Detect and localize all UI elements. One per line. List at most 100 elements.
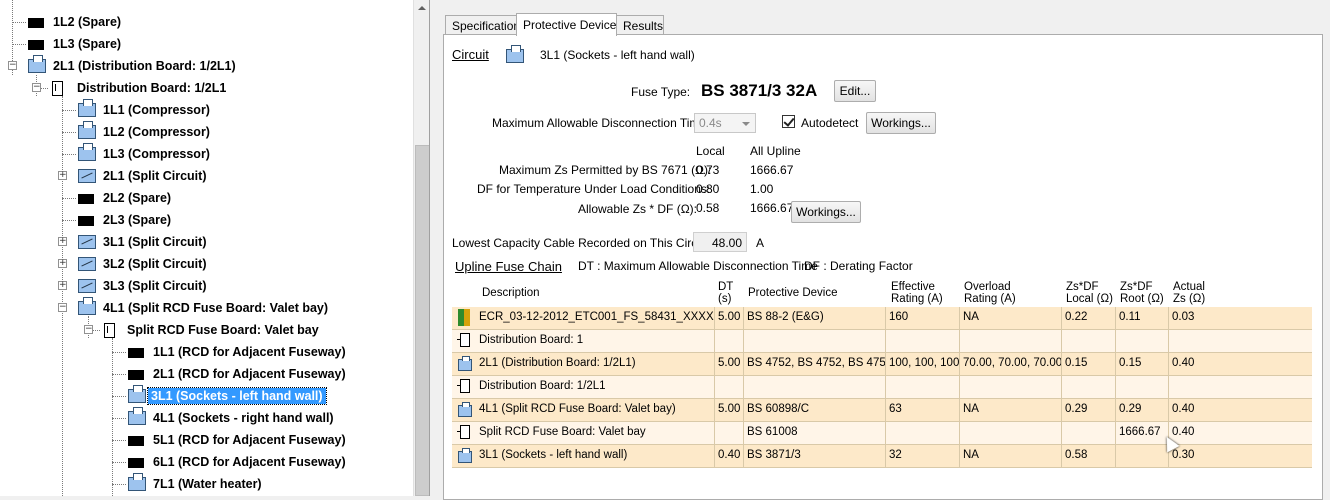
scroll-up-icon[interactable] [414, 0, 429, 17]
legend-df: DF : Derating Factor [804, 259, 913, 273]
tree-item[interactable]: 1L2 (Compressor) [0, 121, 413, 143]
table-row[interactable]: Distribution Board: 1/2L1 [452, 376, 1312, 399]
tree-item-label: Distribution Board: 1/2L1 [77, 81, 227, 95]
tree-item-label: 3L2 (Split Circuit) [103, 257, 207, 271]
df-temp-local: 0.80 [696, 182, 720, 196]
split-icon [78, 279, 96, 293]
circuit-name: 3L1 (Sockets - left hand wall) [540, 48, 695, 62]
circuit-link[interactable]: Circuit [452, 47, 489, 62]
tree-item[interactable]: − 4L1 (Split RCD Fuse Board: Valet bay) [0, 297, 413, 319]
tree-item[interactable]: + 2L1 (Split Circuit) [0, 165, 413, 187]
tree-item-label: 6L1 (RCD for Adjacent Fuseway) [153, 455, 346, 469]
header-device: Protective Device [748, 287, 838, 299]
max-zs-label: Maximum Zs Permitted by BS 7671 (Ω): [499, 163, 712, 177]
col-local-header: Local [696, 144, 725, 158]
cell-actual: 0.03 [1172, 311, 1195, 323]
zs-workings-button[interactable]: Workings... [791, 201, 861, 223]
tab-results[interactable]: Results [616, 15, 664, 35]
table-row[interactable]: 2L1 (Distribution Board: 1/2L1) 5.00 BS … [452, 353, 1312, 376]
tree-item[interactable]: 5L1 (RCD for Adjacent Fuseway) [0, 429, 413, 451]
tree-item[interactable]: − Distribution Board: 1/2L1 [0, 77, 413, 99]
board-icon [128, 407, 146, 425]
disconnection-time-value: 0.4s [699, 116, 722, 130]
split-icon [78, 169, 96, 183]
col-upline-header: All Upline [750, 144, 801, 158]
upline-fuse-chain-link[interactable]: Upline Fuse Chain [455, 259, 562, 274]
board-icon [78, 121, 96, 139]
tree-item[interactable]: 1L1 (RCD for Adjacent Fuseway) [0, 341, 413, 363]
table-row[interactable]: ECR_03-12-2012_ETC001_FS_58431_XXXXXX 5.… [452, 307, 1312, 330]
upline-fuse-grid[interactable]: Description DT (s) Protective Device Eff… [452, 279, 1312, 469]
collapse-icon[interactable]: − [84, 325, 93, 334]
cell-effective: 32 [886, 445, 960, 467]
expand-icon[interactable]: + [58, 237, 67, 246]
tree-item-label: 1L2 (Compressor) [103, 125, 210, 139]
disconnection-workings-button[interactable]: Workings... [866, 112, 936, 134]
table-row[interactable]: Distribution Board: 1 [452, 330, 1312, 353]
black-rect-icon [78, 194, 94, 204]
tree-item[interactable]: 1L3 (Spare) [0, 33, 413, 55]
cell-actual: 0.40 [1172, 357, 1195, 369]
tree-item[interactable]: + 3L2 (Split Circuit) [0, 253, 413, 275]
ecr-icon [458, 309, 470, 326]
board-icon [78, 143, 96, 161]
tree-item-label: 7L1 (Water heater) [153, 477, 262, 491]
tree-item[interactable]: 2L2 (Spare) [0, 187, 413, 209]
circuit-tree[interactable]: 1L2 (Spare) 1L3 (Spare) − 2L1 (Distribut… [0, 0, 430, 496]
tree-item[interactable]: 1L3 (Compressor) [0, 143, 413, 165]
legend-dt: DT : Maximum Allowable Disconnection Tim… [578, 259, 818, 273]
tree-item-label: 1L1 (Compressor) [103, 103, 210, 117]
cell-device: BS 88-2 (E&G) [744, 307, 886, 329]
tree-item[interactable]: 7L1 (Water heater) [0, 473, 413, 495]
tab-protective-device[interactable]: Protective Device [516, 13, 617, 36]
tree-item[interactable]: 4L1 (Sockets - right hand wall) [0, 407, 413, 429]
board-icon [28, 55, 46, 73]
allowable-zs-local: 0.58 [696, 201, 720, 215]
cable-value: 48.00 [711, 236, 742, 250]
tree-item[interactable]: + 3L3 (Split Circuit) [0, 275, 413, 297]
cell-overload: NA [960, 307, 1062, 329]
tab-specification[interactable]: Specification [445, 15, 520, 35]
doc-icon [52, 81, 63, 96]
edit-fuse-button[interactable]: Edit... [834, 80, 876, 102]
expand-icon[interactable]: + [58, 281, 67, 290]
tree-item[interactable]: − 2L1 (Distribution Board: 1/2L1) [0, 55, 413, 77]
header-zsdf-root: Zs*DF Root (Ω) [1120, 281, 1164, 305]
cell-overload: NA [960, 399, 1062, 421]
board-icon [78, 297, 96, 315]
autodetect-checkbox[interactable] [782, 115, 795, 128]
allowable-zs-upline: 1666.67 [750, 201, 794, 215]
tree-item-selected[interactable]: 3L1 (Sockets - left hand wall) [0, 385, 413, 407]
cell-zsdf-local [1062, 376, 1116, 398]
collapse-icon[interactable]: − [8, 61, 17, 70]
grid-header: Description DT (s) Protective Device Eff… [452, 279, 1312, 307]
cell-zsdf-root: 0.15 [1116, 353, 1169, 375]
tree-item[interactable]: − Split RCD Fuse Board: Valet bay [0, 319, 413, 341]
expand-icon[interactable]: + [58, 259, 67, 268]
disconnection-time-label: Maximum Allowable Disconnection Time: [492, 116, 710, 130]
tree-item[interactable]: 6L1 (RCD for Adjacent Fuseway) [0, 451, 413, 473]
tree-item[interactable]: 1L2 (Spare) [0, 11, 413, 33]
cell-actual: 0.40 [1172, 403, 1195, 415]
black-rect-icon [78, 216, 94, 226]
tree-item-label: 4L1 (Split RCD Fuse Board: Valet bay) [103, 301, 329, 315]
collapse-icon[interactable]: − [58, 303, 67, 312]
tree-scrollbar[interactable] [413, 0, 429, 496]
table-row[interactable]: 3L1 (Sockets - left hand wall) 0.40 BS 3… [452, 445, 1312, 468]
disconnection-time-select[interactable]: 0.4s [694, 113, 756, 133]
tree-item[interactable]: + 3L1 (Split Circuit) [0, 231, 413, 253]
cell-zsdf-root [1116, 445, 1169, 467]
table-row[interactable]: Split RCD Fuse Board: Valet bay BS 61008… [452, 422, 1312, 445]
tree-item-label: 2L2 (Spare) [103, 191, 172, 205]
tree-item[interactable]: 1L1 (Compressor) [0, 99, 413, 121]
cell-zsdf-root: 0.29 [1116, 399, 1169, 421]
collapse-icon[interactable]: − [32, 83, 41, 92]
cell-zsdf-local: 0.58 [1062, 445, 1116, 467]
table-row[interactable]: 4L1 (Split RCD Fuse Board: Valet bay) 5.… [452, 399, 1312, 422]
scroll-thumb[interactable] [415, 145, 429, 496]
expand-icon[interactable]: + [58, 171, 67, 180]
cell-zsdf-local [1062, 330, 1116, 352]
tree-item[interactable]: 2L1 (RCD for Adjacent Fuseway) [0, 363, 413, 385]
tree-item[interactable]: 2L3 (Spare) [0, 209, 413, 231]
cell-overload: 70.00, 70.00, 70.00 [960, 353, 1062, 375]
